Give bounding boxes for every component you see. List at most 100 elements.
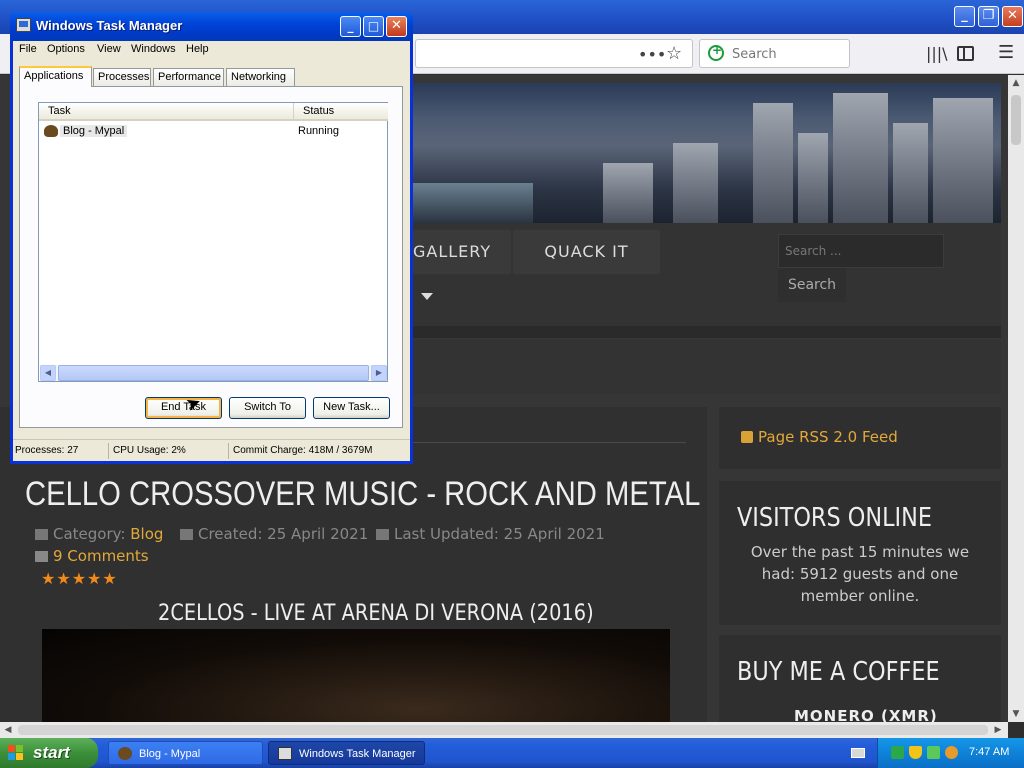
tray-app-icon[interactable] bbox=[891, 746, 904, 759]
task-name: Blog - Mypal bbox=[60, 125, 128, 137]
site-navbar: GALLERY QUACK IT Search ... Search bbox=[413, 223, 1001, 330]
vertical-scroll-thumb[interactable] bbox=[1011, 95, 1021, 145]
browser-minimize-button[interactable]: _ bbox=[954, 6, 975, 27]
vertical-scrollbar[interactable]: ▲ ▼ bbox=[1008, 75, 1024, 722]
tm-minimize-button[interactable]: _ bbox=[340, 16, 361, 37]
table-row[interactable]: Blog - Mypal Running bbox=[42, 124, 386, 140]
url-bar[interactable]: ••• ☆ bbox=[415, 39, 693, 68]
switch-to-button[interactable]: Switch To bbox=[229, 397, 306, 419]
rss-icon bbox=[741, 431, 753, 443]
calendar-icon bbox=[180, 529, 193, 540]
rss-box: Page RSS 2.0 Feed bbox=[719, 407, 1001, 469]
task-status: Running bbox=[298, 125, 339, 137]
column-header-status[interactable]: Status bbox=[294, 103, 388, 121]
task-manager-title: Windows Task Manager bbox=[36, 18, 183, 33]
system-tray: 7:47 AM bbox=[877, 738, 1024, 768]
search-tray-icon[interactable] bbox=[945, 746, 958, 759]
folder-icon bbox=[35, 529, 48, 540]
security-shield-icon[interactable] bbox=[909, 746, 922, 759]
scroll-right-arrow-icon[interactable]: ▶ bbox=[371, 365, 387, 381]
category-link[interactable]: Blog bbox=[130, 525, 163, 543]
tab-performance[interactable]: Performance bbox=[153, 68, 224, 86]
article-title[interactable]: CELLO CROSSOVER MUSIC - ROCK AND METAL bbox=[25, 475, 700, 514]
monero-heading: MONERO (XMR) bbox=[794, 707, 938, 722]
chevron-down-icon bbox=[421, 293, 433, 300]
created-date: Created: 25 April 2021 bbox=[198, 525, 369, 543]
scroll-left-arrow-icon[interactable]: ◀ bbox=[0, 722, 16, 738]
divider bbox=[410, 442, 686, 443]
menu-windows[interactable]: Windows bbox=[131, 43, 176, 55]
mypal-app-icon bbox=[44, 125, 58, 137]
tab-processes[interactable]: Processes bbox=[93, 68, 151, 86]
tm-close-button[interactable]: ✕ bbox=[386, 16, 407, 37]
tm-maximize-button[interactable]: □ bbox=[363, 16, 384, 37]
nav-quack-it[interactable]: QUACK IT bbox=[513, 230, 660, 274]
site-banner-image bbox=[413, 83, 1001, 223]
task-list-hscrollbar[interactable]: ◀ ▶ bbox=[40, 365, 387, 381]
updated-date: Last Updated: 25 April 2021 bbox=[394, 525, 605, 543]
taskbar-item-label: Blog - Mypal bbox=[139, 748, 201, 760]
category-label: Category: bbox=[53, 525, 126, 543]
browser-search-input[interactable]: Search bbox=[699, 39, 850, 68]
library-icon[interactable]: |||\ bbox=[926, 44, 948, 63]
clock[interactable]: 7:47 AM bbox=[969, 746, 1009, 758]
taskbar-item-blog[interactable]: Blog - Mypal bbox=[108, 741, 263, 765]
column-header-task[interactable]: Task bbox=[39, 103, 294, 121]
nav-gallery-label: GALLERY bbox=[413, 242, 492, 261]
taskbar-item-label: Windows Task Manager bbox=[299, 748, 416, 760]
scroll-down-arrow-icon[interactable]: ▼ bbox=[1008, 706, 1024, 722]
nav-gallery[interactable]: GALLERY bbox=[413, 230, 511, 300]
bookmark-star-icon[interactable]: ☆ bbox=[666, 43, 682, 64]
site-search-button[interactable]: Search bbox=[778, 268, 846, 302]
applications-panel: Task Status Blog - Mypal Running ◀ ▶ End… bbox=[19, 86, 403, 428]
scroll-right-arrow-icon[interactable]: ▶ bbox=[990, 722, 1006, 738]
commit-charge: Commit Charge: 418M / 3679M bbox=[233, 445, 373, 456]
keyboard-icon[interactable] bbox=[851, 748, 865, 758]
horizontal-scroll-thumb[interactable] bbox=[18, 725, 988, 735]
menu-options[interactable]: Options bbox=[47, 43, 85, 55]
task-manager-window: Windows Task Manager _ □ ✕ File Options … bbox=[10, 12, 413, 464]
browser-search-placeholder: Search bbox=[732, 47, 777, 62]
visitors-text: Over the past 15 minutes we had: 5912 gu… bbox=[750, 543, 970, 605]
rss-feed-link[interactable]: Page RSS 2.0 Feed bbox=[741, 428, 898, 446]
article-updated: Last Updated: 25 April 2021 bbox=[376, 525, 605, 543]
rating-stars[interactable]: ★★★★★ bbox=[41, 569, 118, 588]
menu-help[interactable]: Help bbox=[186, 43, 209, 55]
comments-count: 9 Comments bbox=[53, 547, 149, 565]
sidebar-icon[interactable] bbox=[957, 46, 974, 61]
scroll-left-arrow-icon[interactable]: ◀ bbox=[40, 365, 56, 381]
calendar-icon bbox=[376, 529, 389, 540]
mypal-app-icon bbox=[118, 747, 132, 760]
scroll-up-arrow-icon[interactable]: ▲ bbox=[1008, 75, 1024, 91]
windows-logo-icon bbox=[8, 745, 25, 761]
menu-view[interactable]: View bbox=[97, 43, 121, 55]
page-actions-icon[interactable]: ••• bbox=[638, 45, 666, 64]
coffee-heading: BUY ME A COFFEE bbox=[737, 657, 940, 687]
browser-close-button[interactable]: ✕ bbox=[1002, 6, 1023, 27]
taskbar-item-task-manager[interactable]: Windows Task Manager bbox=[268, 741, 425, 765]
task-list[interactable]: Task Status Blog - Mypal Running ◀ ▶ bbox=[38, 102, 388, 382]
network-icon[interactable] bbox=[927, 746, 940, 759]
comments-link[interactable]: 9 Comments bbox=[35, 547, 149, 565]
tm-menubar: File Options View Windows Help bbox=[13, 41, 410, 58]
hamburger-menu-icon[interactable]: ☰ bbox=[998, 42, 1014, 63]
visitors-heading: VISITORS ONLINE bbox=[737, 503, 933, 533]
task-manager-icon bbox=[278, 747, 292, 760]
tab-networking[interactable]: Networking bbox=[226, 68, 295, 86]
horizontal-scrollbar[interactable]: ◀ ▶ bbox=[0, 722, 1008, 738]
coffee-box: BUY ME A COFFEE MONERO (XMR) bbox=[719, 635, 1001, 722]
start-button[interactable]: start bbox=[0, 738, 98, 768]
task-list-scroll-thumb[interactable] bbox=[58, 365, 369, 381]
new-task-button[interactable]: New Task... bbox=[313, 397, 390, 419]
tab-applications[interactable]: Applications bbox=[19, 66, 92, 87]
article-created: Created: 25 April 2021 bbox=[180, 525, 368, 543]
video-player[interactable] bbox=[42, 629, 670, 722]
menu-file[interactable]: File bbox=[19, 43, 37, 55]
processes-count: Processes: 27 bbox=[15, 445, 79, 456]
task-manager-titlebar[interactable]: Windows Task Manager _ □ ✕ bbox=[10, 12, 413, 41]
browser-maximize-button[interactable]: ❐ bbox=[978, 6, 999, 27]
task-manager-icon bbox=[16, 18, 31, 32]
cpu-usage: CPU Usage: 2% bbox=[113, 445, 186, 456]
rss-label: Page RSS 2.0 Feed bbox=[758, 428, 898, 446]
site-search-input[interactable]: Search ... bbox=[778, 234, 944, 268]
